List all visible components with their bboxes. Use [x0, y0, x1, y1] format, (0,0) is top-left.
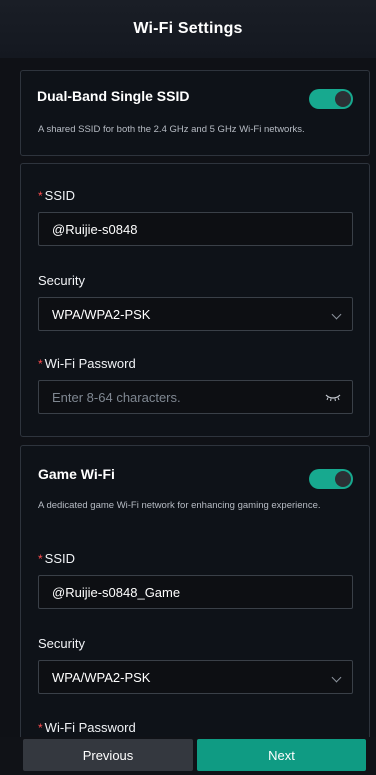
previous-button[interactable]: Previous [23, 739, 193, 771]
wifi-password-placeholder: Enter 8-64 characters. [52, 389, 181, 405]
wifi-password-label: * Wi-Fi Password [38, 356, 136, 371]
game-ssid-value: @Ruijie-s0848_Game [52, 584, 181, 600]
game-wifi-toggle[interactable] [309, 469, 353, 489]
page-header: Wi-Fi Settings [0, 0, 376, 58]
toggle-knob [335, 91, 351, 107]
dual-band-toggle[interactable] [309, 89, 353, 109]
game-wifi-password-label: * Wi-Fi Password [38, 720, 136, 735]
toggle-knob [335, 471, 351, 487]
game-wifi-password-label-text: Wi-Fi Password [44, 720, 136, 735]
game-ssid-label-text: SSID [44, 551, 76, 566]
game-security-label: Security [38, 636, 85, 651]
footer-bar: Previous Next [0, 737, 376, 775]
ssid-input[interactable]: @Ruijie-s0848 [38, 212, 353, 246]
next-button[interactable]: Next [197, 739, 366, 771]
wifi-password-label-text: Wi-Fi Password [44, 356, 136, 371]
main-wifi-card: * SSID @Ruijie-s0848 Security WPA/WPA2-PS… [20, 163, 370, 437]
game-ssid-input[interactable]: @Ruijie-s0848_Game [38, 575, 353, 609]
dual-band-card: Dual-Band Single SSID A shared SSID for … [20, 70, 370, 156]
chevron-down-icon [331, 309, 342, 320]
required-asterisk: * [38, 357, 43, 371]
security-label: Security [38, 273, 85, 288]
dual-band-title: Dual-Band Single SSID [37, 88, 190, 104]
game-ssid-label: * SSID [38, 551, 75, 566]
security-value: WPA/WPA2-PSK [52, 306, 151, 322]
game-wifi-card: Game Wi-Fi A dedicated game Wi-Fi networ… [20, 445, 370, 741]
game-wifi-description: A dedicated game Wi-Fi network for enhan… [38, 500, 321, 511]
game-security-value: WPA/WPA2-PSK [52, 669, 151, 685]
security-select[interactable]: WPA/WPA2-PSK [38, 297, 353, 331]
required-asterisk: * [38, 189, 43, 203]
game-wifi-title: Game Wi-Fi [38, 466, 115, 482]
settings-content: Dual-Band Single SSID A shared SSID for … [0, 58, 376, 741]
wifi-password-input[interactable]: Enter 8-64 characters. [38, 380, 353, 414]
ssid-label: * SSID [38, 188, 75, 203]
dual-band-description: A shared SSID for both the 2.4 GHz and 5… [38, 124, 305, 135]
ssid-value: @Ruijie-s0848 [52, 221, 138, 237]
ssid-label-text: SSID [44, 188, 76, 203]
page-title: Wi-Fi Settings [133, 20, 243, 37]
required-asterisk: * [38, 552, 43, 566]
chevron-down-icon [331, 672, 342, 683]
game-security-select[interactable]: WPA/WPA2-PSK [38, 660, 353, 694]
eye-hidden-icon[interactable] [325, 392, 341, 402]
required-asterisk: * [38, 721, 43, 735]
